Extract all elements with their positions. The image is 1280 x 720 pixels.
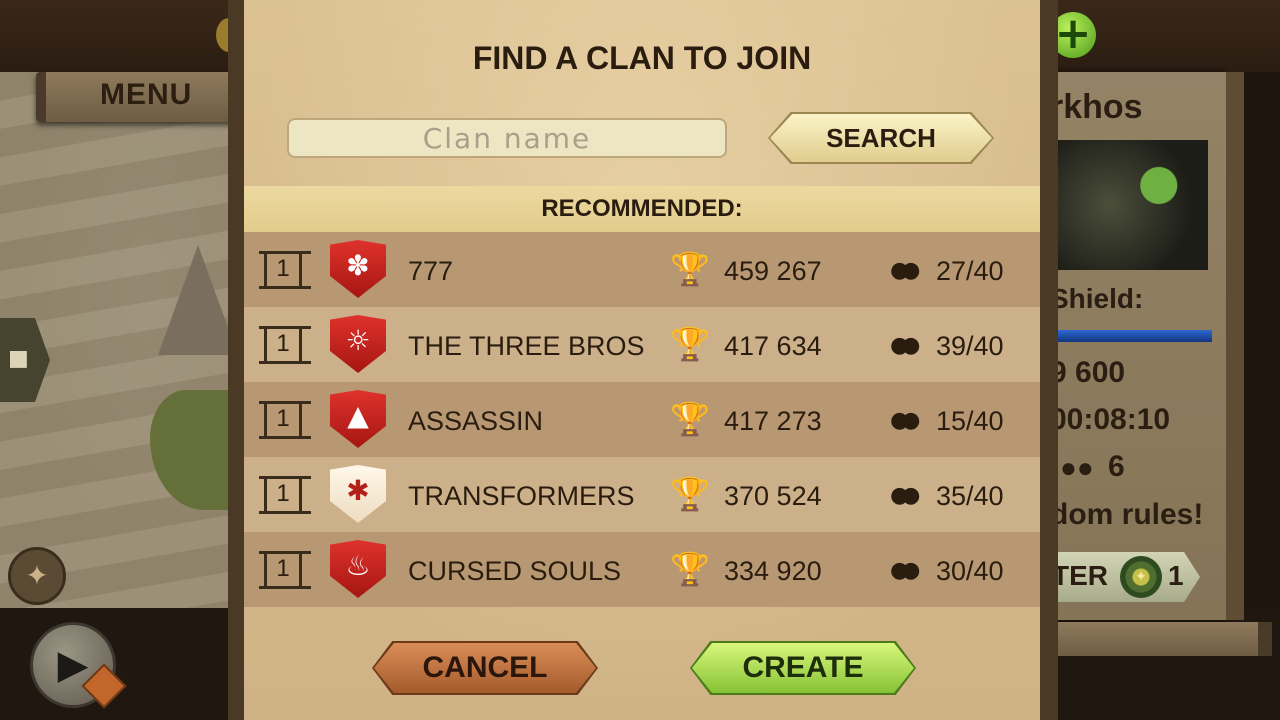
- clan-row[interactable]: 1 ✱ TRANSFORMERS 🏆 370 524 ●● 35/40: [244, 457, 1040, 532]
- clan-motto: dom rules!: [1050, 498, 1204, 531]
- search-button[interactable]: SEARCH: [770, 114, 992, 162]
- clan-members: 35/40: [936, 481, 1004, 511]
- chat-bubble-icon: ■: [8, 346, 29, 371]
- clan-row[interactable]: 1 ♨ CURSED SOULS 🏆 334 920 ●● 30/40: [244, 532, 1040, 607]
- pyramid-landmark: [158, 245, 238, 355]
- members-icon: ●●: [890, 483, 921, 508]
- player-name: rkhos: [1050, 88, 1143, 126]
- members-icon: ●●: [890, 333, 921, 358]
- player-portrait: [1044, 140, 1208, 270]
- paw-crest-icon: ✽: [330, 240, 386, 298]
- clan-members: 39/40: [936, 331, 1004, 361]
- clan-name: THE THREE BROS: [408, 331, 645, 361]
- clan-row[interactable]: 1 ☼ THE THREE BROS 🏆 417 634 ●● 39/40: [244, 307, 1040, 382]
- clan-trophies: 334 920: [724, 556, 822, 586]
- dialog-frame-left: [228, 0, 244, 720]
- samurai-mask-crest-icon: ☼: [330, 315, 386, 373]
- panel-frame: [1226, 72, 1244, 620]
- clan-level: 1: [259, 551, 311, 589]
- scroll-decoration: [1058, 622, 1272, 656]
- clan-level: 1: [259, 476, 311, 514]
- trophy-icon: 🏆: [670, 400, 710, 438]
- clan-trophies: 417 273: [724, 406, 822, 436]
- clan-name: 777: [408, 256, 454, 286]
- clan-level: 1: [259, 251, 311, 289]
- trophy-icon: 🏆: [670, 325, 710, 363]
- shield-label: Shield:: [1050, 283, 1144, 314]
- wolf-crest-icon: ▲: [330, 390, 386, 448]
- clan-name: TRANSFORMERS: [408, 481, 635, 511]
- clan-name: ASSASSIN: [408, 406, 544, 436]
- clan-list: 1 ✽ 777 🏆 459 267 ●● 27/40 1 ☼ THE THREE…: [244, 232, 1040, 607]
- emblem-count: 1: [1168, 560, 1184, 591]
- flame-crest-icon: ♨: [330, 540, 386, 598]
- cancel-button[interactable]: CANCEL: [374, 643, 596, 693]
- find-clan-dialog: FIND A CLAN TO JOIN SEARCH RECOMMENDED: …: [244, 0, 1040, 720]
- shield-progress-bar: [1044, 330, 1212, 342]
- clan-members: 15/40: [936, 406, 1004, 436]
- members-count: 6: [1108, 450, 1125, 483]
- create-button[interactable]: CREATE: [692, 643, 914, 693]
- trophy-icon: 🏆: [670, 250, 710, 288]
- clan-trophies: 459 267: [724, 256, 822, 286]
- recommended-header: RECOMMENDED:: [244, 186, 1040, 232]
- enter-button-label: TER: [1052, 560, 1108, 591]
- clan-level: 1: [259, 326, 311, 364]
- members-icon: ●●: [890, 258, 921, 283]
- clan-trophies: 417 634: [724, 331, 822, 361]
- clan-name: CURSED SOULS: [408, 556, 622, 586]
- resource-value: 9 600: [1050, 356, 1126, 389]
- clan-row[interactable]: 1 ✽ 777 🏆 459 267 ●● 27/40: [244, 232, 1040, 307]
- clan-emblem-icon: ✦: [1120, 556, 1162, 598]
- clan-name-input[interactable]: [287, 118, 727, 158]
- members-icon: ●●: [890, 558, 921, 583]
- menu-label: MENU: [100, 78, 193, 111]
- members-icon: ●●: [890, 408, 921, 433]
- dialog-title: FIND A CLAN TO JOIN: [472, 40, 812, 76]
- shield-timer: 00:08:10: [1050, 403, 1171, 436]
- clan-members: 30/40: [936, 556, 1004, 586]
- members-icon: ●●: [1060, 452, 1094, 483]
- spider-crest-icon: ✱: [330, 465, 386, 523]
- clan-level: 1: [259, 401, 311, 439]
- clan-members: 27/40: [936, 256, 1004, 286]
- compass-icon[interactable]: ✦: [8, 547, 66, 605]
- clan-row[interactable]: 1 ▲ ASSASSIN 🏆 417 273 ●● 15/40: [244, 382, 1040, 457]
- trophy-icon: 🏆: [670, 475, 710, 513]
- clan-trophies: 370 524: [724, 481, 822, 511]
- trophy-icon: 🏆: [670, 550, 710, 588]
- dialog-frame-right: [1040, 0, 1058, 720]
